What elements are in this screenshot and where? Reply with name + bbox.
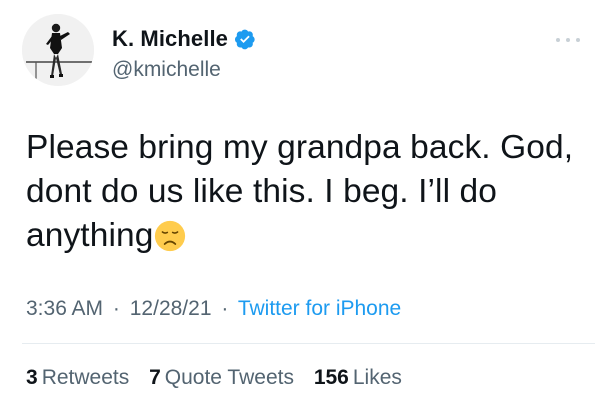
more-options-icon[interactable] — [552, 32, 584, 48]
disappointed-face-emoji-icon — [155, 220, 186, 252]
likes-count: 156 — [313, 366, 349, 389]
author-display-name[interactable]: K. Michelle — [112, 26, 228, 52]
author-name-row: K. Michelle — [112, 22, 256, 56]
retweets-count: 3 — [26, 366, 38, 389]
tweet-card: K. Michelle @kmichelle Please bring my g… — [0, 0, 595, 406]
author-avatar[interactable] — [22, 14, 94, 86]
tweet-meta: 3:36 AM · 12/28/21 · Twitter for iPhone — [26, 297, 401, 321]
meta-separator: · — [112, 297, 120, 320]
divider — [22, 343, 595, 344]
tweet-text: Please bring my grandpa back. God, dont … — [26, 126, 576, 258]
tweet-date[interactable]: 12/28/21 — [130, 297, 212, 320]
author-handle[interactable]: @kmichelle — [112, 58, 221, 82]
tweet-source-link[interactable]: Twitter for iPhone — [238, 297, 401, 320]
quote-tweets-count: 7 — [149, 366, 161, 389]
quote-tweets-stat[interactable]: 7 Quote Tweets — [149, 366, 294, 389]
quote-tweets-label: Quote Tweets — [164, 366, 294, 389]
avatar-photo — [22, 14, 94, 86]
verified-badge-icon — [235, 29, 255, 50]
tweet-text-content: Please bring my grandpa back. God, dont … — [26, 129, 574, 254]
meta-separator: · — [221, 297, 229, 320]
tweet-time[interactable]: 3:36 AM — [26, 297, 103, 320]
likes-label: Likes — [352, 366, 402, 389]
tweet-stats: 3 Retweets 7 Quote Tweets 156 Likes — [26, 366, 416, 390]
retweets-stat[interactable]: 3 Retweets — [26, 366, 129, 389]
likes-stat[interactable]: 156 Likes — [314, 366, 402, 389]
retweets-label: Retweets — [41, 366, 130, 389]
